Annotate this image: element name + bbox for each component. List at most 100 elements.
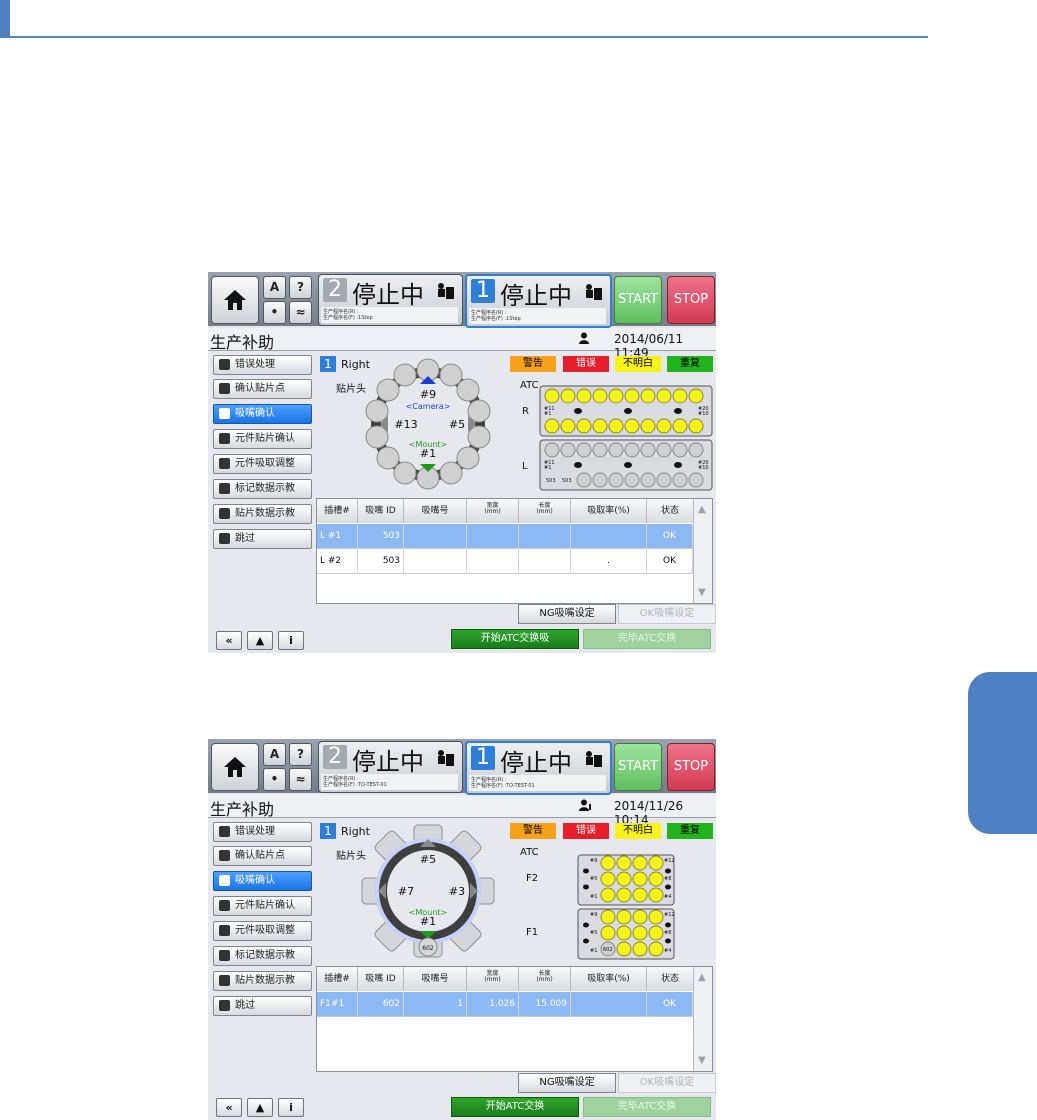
- menu-label: 元件贴片确认: [235, 900, 295, 911]
- col-width-unit: (mm): [484, 508, 501, 515]
- nozzle-table: 插槽# 吸嘴 ID 吸嘴号 宽度 (mm) 长度 (mm) 吸取率(%) 状态 L …: [316, 498, 713, 604]
- collapse-icon[interactable]: «: [216, 1098, 242, 1117]
- lane-1-clipboard-icon: [586, 284, 602, 300]
- alert-icon[interactable]: ▲: [247, 631, 273, 650]
- lane-2-status[interactable]: 2 停止中 生产程序名(R) : 生产程序名(F) :1Step: [318, 274, 463, 326]
- col-pick-rate: 吸取率(%): [571, 499, 647, 523]
- ok-nozzle-button[interactable]: OK吸嘴设定: [618, 604, 716, 624]
- menu-confirm-placement[interactable]: 确认贴片点: [213, 379, 312, 399]
- tool-icon[interactable]: ≈: [289, 768, 312, 791]
- cell-nozzle-no: [404, 524, 467, 548]
- menu-pickup-adjust[interactable]: 元件吸取调整: [213, 454, 312, 474]
- menu-placement-teach[interactable]: 贴片数据示教: [213, 504, 312, 524]
- screenshot-2: A ? • ≈ 2 停止中 生产程序名(R) : 生产程序名(F) :TO-TE…: [208, 739, 716, 1120]
- col-nozzle-no: 吸嘴号: [404, 967, 467, 991]
- header-bar: A ? • ≈ 2 停止中 生产程序名(R) : 生产程序名(F) :TO-TE…: [208, 739, 716, 795]
- head-number: 1: [320, 823, 336, 839]
- scroll-down-icon[interactable]: ▼: [698, 1055, 706, 1066]
- atc-f1-mark: #1: [590, 948, 597, 954]
- menu-confirm-placement[interactable]: 确认贴片点: [213, 846, 312, 866]
- stop-button[interactable]: STOP: [667, 276, 715, 324]
- head-left-label: #7: [398, 885, 414, 898]
- operator-icon[interactable]: •: [263, 301, 286, 324]
- col-pick-rate: 吸取率(%): [571, 967, 647, 991]
- legend-error: 错误: [563, 356, 609, 372]
- nozzle-head-diagram: #9 <Camera> #13 #5 <Mount> #1: [365, 358, 491, 490]
- scroll-down-icon[interactable]: ▼: [698, 587, 706, 598]
- head-left-label: #13: [394, 418, 417, 431]
- stop-button[interactable]: STOP: [667, 743, 715, 791]
- component-icon: [219, 900, 230, 911]
- menu-skip[interactable]: 跳过: [213, 529, 312, 549]
- page-top-accent: [0, 0, 10, 38]
- lane-1-status-text: 停止中: [500, 749, 572, 777]
- nozzle-icon: [219, 408, 230, 419]
- finish-atc-button[interactable]: 完毕ATC交换: [583, 1097, 711, 1117]
- menu-error-handling[interactable]: 错误处理: [213, 355, 312, 375]
- finish-atc-button[interactable]: 完毕ATC交换: [583, 629, 711, 649]
- chapter-side-tab: [968, 672, 1037, 834]
- menu-pickup-adjust[interactable]: 元件吸取调整: [213, 921, 312, 941]
- table-row[interactable]: L #1 503 OK: [317, 524, 693, 549]
- table-scrollbar[interactable]: ▲ ▼: [693, 967, 712, 1071]
- cell-length: [519, 524, 571, 548]
- home-icon: [224, 290, 246, 310]
- cell-nozzle-id: 602: [358, 992, 404, 1016]
- info-icon[interactable]: i: [278, 631, 304, 650]
- screenshot-1: A ? • ≈ 2 停止中 生产程序名(R) : 生产程序名(F) :1Step…: [208, 272, 716, 653]
- cell-pick-rate: .: [571, 549, 647, 573]
- home-button[interactable]: [211, 743, 259, 791]
- language-icon[interactable]: A: [263, 743, 286, 766]
- lane-1-program-f: 生产程序名(F) :1Step: [471, 316, 521, 322]
- menu-placement-teach[interactable]: 贴片数据示教: [213, 971, 312, 991]
- legend-warning: 警告: [510, 356, 556, 372]
- menu-label: 错误处理: [235, 826, 275, 837]
- start-button[interactable]: START: [614, 743, 662, 791]
- table-row[interactable]: L #2 503 . OK: [317, 549, 693, 574]
- col-length: 长度 (mm): [519, 499, 571, 523]
- menu-mark-teach[interactable]: 标记数据示教: [213, 479, 312, 499]
- table-scrollbar[interactable]: ▲ ▼: [693, 499, 712, 603]
- lane-2-number: 2: [323, 278, 347, 302]
- menu-component-placement[interactable]: 元件贴片确认: [213, 429, 312, 449]
- lane-2-status[interactable]: 2 停止中 生产程序名(R) : 生产程序名(F) :TO-TEST-01: [318, 741, 463, 793]
- menu-component-placement[interactable]: 元件贴片确认: [213, 896, 312, 916]
- atc-l-id: 503: [546, 478, 556, 484]
- start-button[interactable]: START: [614, 276, 662, 324]
- ng-nozzle-button[interactable]: NG吸嘴设定: [518, 604, 616, 624]
- table-row[interactable]: F1#1 602 1 1.026 15.009 OK: [317, 992, 693, 1017]
- menu-error-handling[interactable]: 错误处理: [213, 822, 312, 842]
- help-icon[interactable]: ?: [289, 276, 312, 299]
- start-atc-button[interactable]: 开始ATC交换吸: [451, 629, 579, 649]
- lane-1-status[interactable]: 1 停止中 生产程序名(R) : 生产程序名(F) :1Step: [465, 274, 612, 328]
- lane-1-status[interactable]: 1 停止中 生产程序名(R) : 生产程序名(F) :TO-TEST-01: [465, 741, 612, 795]
- head-nozzle-id: 602: [422, 945, 434, 952]
- scroll-up-icon[interactable]: ▲: [698, 972, 706, 983]
- operator-icon[interactable]: •: [263, 768, 286, 791]
- atc-f1-id: 602: [603, 947, 613, 953]
- home-button[interactable]: [211, 276, 259, 324]
- user-icon: [579, 332, 589, 344]
- help-icon[interactable]: ?: [289, 743, 312, 766]
- menu-label: 错误处理: [235, 359, 275, 370]
- start-atc-button[interactable]: 开始ATC交换: [451, 1097, 579, 1117]
- lane-1-clipboard-icon: [586, 751, 602, 767]
- ok-nozzle-button[interactable]: OK吸嘴设定: [618, 1073, 716, 1093]
- menu-label: 确认贴片点: [235, 850, 285, 861]
- info-icon[interactable]: i: [278, 1098, 304, 1117]
- scroll-up-icon[interactable]: ▲: [698, 504, 706, 515]
- menu-skip[interactable]: 跳过: [213, 996, 312, 1016]
- tool-icon[interactable]: ≈: [289, 301, 312, 324]
- skip-icon: [219, 533, 230, 544]
- placement-icon: [219, 850, 230, 861]
- language-icon[interactable]: A: [263, 276, 286, 299]
- collapse-icon[interactable]: «: [216, 631, 242, 650]
- cell-slot: F1#1: [317, 992, 358, 1016]
- menu-nozzle-check[interactable]: 吸嘴确认: [213, 404, 312, 424]
- ng-nozzle-button[interactable]: NG吸嘴设定: [518, 1073, 616, 1093]
- pickup-icon: [219, 925, 230, 936]
- menu-mark-teach[interactable]: 标记数据示教: [213, 946, 312, 966]
- alert-icon[interactable]: ▲: [247, 1098, 273, 1117]
- legend-repeat: 重复: [667, 356, 713, 372]
- menu-nozzle-check[interactable]: 吸嘴确认: [213, 871, 312, 891]
